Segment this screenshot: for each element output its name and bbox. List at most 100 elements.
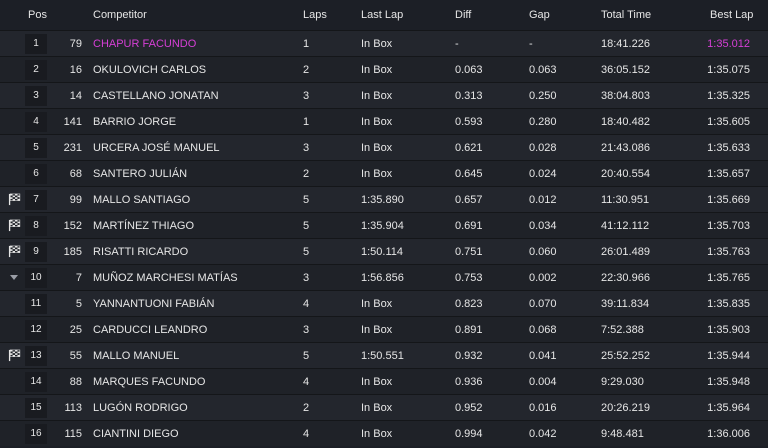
car-number: 55 — [69, 349, 82, 362]
position-badge: 10 — [25, 267, 47, 288]
table-header: Pos Competitor Laps Last Lap Diff Gap To… — [0, 0, 768, 30]
laps-cell: 2 — [303, 63, 310, 76]
best-lap-cell: 1:35.765 — [707, 271, 750, 284]
position-cell: 5 — [24, 135, 48, 160]
table-row[interactable]: 1 79 CHAPUR FACUNDO 1 In Box - - 18:41.226 1:35.… — [0, 30, 768, 56]
diff-cell: 0.891 — [455, 323, 483, 336]
table-row[interactable]: 11 5 YANNANTUONI FABIÁN 4 In Box 0.823 0.070 39… — [0, 290, 768, 316]
header-competitor[interactable]: Competitor — [93, 0, 293, 30]
table-row[interactable]: 8 152 MARTÍNEZ THIAGO 5 1:35.904 0.691 0.034 41… — [0, 212, 768, 238]
checkered-flag-icon — [6, 187, 22, 212]
laps-cell: 5 — [303, 193, 310, 206]
table-row[interactable]: 10 7 MUÑOZ MARCHESI MATÍAS 3 1:56.856 0.753 0.… — [0, 264, 768, 290]
total-time-cell: 9:29.030 — [601, 375, 644, 388]
position-badge: 15 — [25, 397, 47, 418]
header-best-lap[interactable]: Best Lap — [710, 0, 753, 30]
position-badge: 12 — [25, 319, 47, 340]
best-lap-cell: 1:36.006 — [707, 427, 750, 440]
gap-cell: 0.042 — [529, 427, 557, 440]
last-lap-cell: In Box — [361, 375, 393, 388]
total-time-cell: 39:11.834 — [601, 297, 650, 310]
gap-cell: 0.250 — [529, 89, 557, 102]
laps-cell: 5 — [303, 219, 310, 232]
table-row[interactable]: 16 115 CIANTINI DIEGO 4 In Box 0.994 0.042 9:48… — [0, 420, 768, 446]
checkered-flag-icon — [6, 239, 22, 264]
total-time-cell: 7:52.388 — [601, 323, 644, 336]
table-row[interactable]: 4 141 BARRIO JORGE 1 In Box 0.593 0.280 18:40.4… — [0, 108, 768, 134]
position-cell: 15 — [24, 395, 48, 420]
header-last-lap[interactable]: Last Lap — [361, 0, 441, 30]
best-lap-cell: 1:35.903 — [707, 323, 750, 336]
table-row[interactable]: 14 88 MARQUES FACUNDO 4 In Box 0.936 0.004 9:29… — [0, 368, 768, 394]
header-total-time[interactable]: Total Time — [601, 0, 691, 30]
table-row[interactable]: 2 16 OKULOVICH CARLOS 2 In Box 0.063 0.063 36:0… — [0, 56, 768, 82]
car-number: 231 — [63, 141, 82, 154]
header-gap[interactable]: Gap — [529, 0, 579, 30]
total-time-cell: 9:48.481 — [601, 427, 644, 440]
last-lap-cell: In Box — [361, 89, 393, 102]
gap-cell: 0.024 — [529, 167, 557, 180]
competitor-name: CHAPUR FACUNDO — [93, 37, 197, 50]
car-number: 68 — [69, 167, 82, 180]
total-time-cell: 18:40.482 — [601, 115, 650, 128]
competitor-name: OKULOVICH CARLOS — [93, 63, 207, 76]
last-lap-cell: In Box — [361, 115, 393, 128]
diff-cell: 0.691 — [455, 219, 483, 232]
best-lap-cell: 1:35.763 — [707, 245, 750, 258]
diff-cell: 0.313 — [455, 89, 483, 102]
laps-cell: 1 — [303, 115, 310, 128]
table-row[interactable]: 13 55 MALLO MANUEL 5 1:50.551 0.932 0.041 25:52… — [0, 342, 768, 368]
competitor-name: MUÑOZ MARCHESI MATÍAS — [93, 271, 238, 284]
competitor-name: CASTELLANO JONATAN — [93, 89, 219, 102]
table-row[interactable]: 6 68 SANTERO JULIÁN 2 In Box 0.645 0.024 20:40.… — [0, 160, 768, 186]
gap-cell: 0.070 — [529, 297, 557, 310]
header-diff[interactable]: Diff — [455, 0, 505, 30]
arrow-down-icon — [6, 265, 22, 290]
table-row[interactable]: 5 231 URCERA JOSÉ MANUEL 3 In Box 0.621 0.028 2… — [0, 134, 768, 160]
total-time-cell: 22:30.966 — [601, 271, 650, 284]
table-row[interactable]: 15 113 LUGÓN RODRIGO 2 In Box 0.952 0.016 20:26… — [0, 394, 768, 420]
car-number: 115 — [64, 427, 82, 440]
best-lap-cell: 1:35.964 — [707, 401, 750, 414]
last-lap-cell: In Box — [361, 323, 393, 336]
table-row[interactable]: 9 185 RISATTI RICARDO 5 1:50.114 0.751 0.060 26… — [0, 238, 768, 264]
diff-cell: 0.593 — [455, 115, 483, 128]
header-laps[interactable]: Laps — [303, 0, 343, 30]
best-lap-cell: 1:35.944 — [707, 349, 750, 362]
laps-cell: 3 — [303, 323, 310, 336]
table-row[interactable]: 12 25 CARDUCCI LEANDRO 3 In Box 0.891 0.068 7:5… — [0, 316, 768, 342]
position-cell: 14 — [24, 369, 48, 394]
competitor-name: MALLO SANTIAGO — [93, 193, 191, 206]
position-cell: 4 — [24, 109, 48, 134]
best-lap-cell: 1:35.948 — [707, 375, 750, 388]
laps-cell: 4 — [303, 427, 310, 440]
car-number: 16 — [69, 63, 82, 76]
diff-cell: - — [455, 37, 459, 50]
laps-cell: 4 — [303, 297, 310, 310]
position-cell: 3 — [24, 83, 48, 108]
car-number: 79 — [69, 37, 82, 50]
gap-cell: 0.280 — [529, 115, 557, 128]
table-row[interactable]: 7 99 MALLO SANTIAGO 5 1:35.890 0.657 0.012 11:3… — [0, 186, 768, 212]
car-number: 99 — [69, 193, 82, 206]
car-number: 185 — [63, 245, 82, 258]
table-row[interactable]: 3 14 CASTELLANO JONATAN 3 In Box 0.313 0.250 38… — [0, 82, 768, 108]
total-time-cell: 26:01.489 — [601, 245, 650, 258]
competitor-name: YANNANTUONI FABIÁN — [93, 297, 215, 310]
position-cell: 12 — [24, 317, 48, 342]
header-pos[interactable]: Pos — [28, 0, 47, 30]
car-number: 141 — [63, 115, 82, 128]
last-lap-cell: 1:56.856 — [361, 271, 404, 284]
position-cell: 7 — [24, 187, 48, 212]
competitor-name: LUGÓN RODRIGO — [93, 401, 188, 414]
position-badge: 4 — [25, 111, 47, 132]
best-lap-cell: 1:35.012 — [707, 37, 750, 50]
diff-cell: 0.645 — [455, 167, 483, 180]
position-badge: 13 — [25, 345, 47, 366]
last-lap-cell: In Box — [361, 401, 393, 414]
position-cell: 16 — [24, 421, 48, 446]
diff-cell: 0.823 — [455, 297, 483, 310]
last-lap-cell: In Box — [361, 297, 393, 310]
timing-table: Pos Competitor Laps Last Lap Diff Gap To… — [0, 0, 768, 446]
laps-cell: 5 — [303, 245, 310, 258]
